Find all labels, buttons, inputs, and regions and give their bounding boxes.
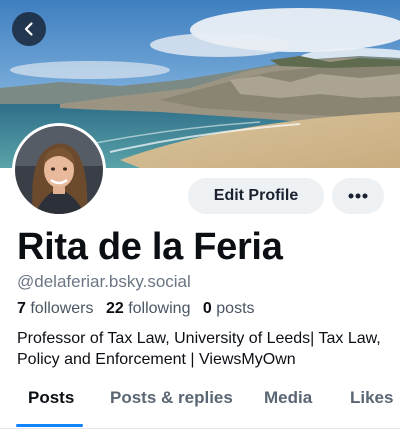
- active-tab-indicator: [16, 424, 83, 427]
- back-button[interactable]: [12, 12, 46, 46]
- followers-count: 7: [17, 300, 26, 317]
- following-link[interactable]: 22 following: [106, 300, 191, 317]
- ellipsis-icon: [348, 193, 368, 199]
- profile-name: Rita de la Feria: [17, 226, 283, 268]
- profile-bio: Professor of Tax Law, University of Leed…: [17, 330, 381, 368]
- tab-posts[interactable]: Posts: [28, 388, 74, 428]
- profile-handle: @delaferiar.bsky.social: [17, 272, 191, 291]
- following-count: 22: [105, 300, 124, 317]
- profile-tabs: Posts Posts & replies Media Likes: [0, 388, 400, 428]
- following-label: following: [128, 300, 191, 317]
- avatar-image: [15, 126, 103, 214]
- followers-link[interactable]: 7 followers: [17, 300, 94, 317]
- tab-likes[interactable]: Likes: [350, 388, 393, 428]
- tab-posts-and-replies[interactable]: Posts & replies: [110, 388, 233, 428]
- edit-profile-button[interactable]: Edit Profile: [188, 178, 324, 214]
- tab-media[interactable]: Media: [264, 388, 312, 428]
- posts-count: 0: [202, 300, 212, 317]
- posts-label: posts: [216, 300, 255, 317]
- avatar[interactable]: [12, 123, 106, 217]
- tabs-divider: [0, 428, 400, 429]
- more-options-button[interactable]: [332, 178, 384, 214]
- profile-stats: 7 followers 22 following 0 posts: [17, 300, 255, 318]
- chevron-left-icon: [24, 22, 33, 36]
- posts-stat: 0 posts: [203, 300, 255, 317]
- followers-label: followers: [30, 300, 94, 317]
